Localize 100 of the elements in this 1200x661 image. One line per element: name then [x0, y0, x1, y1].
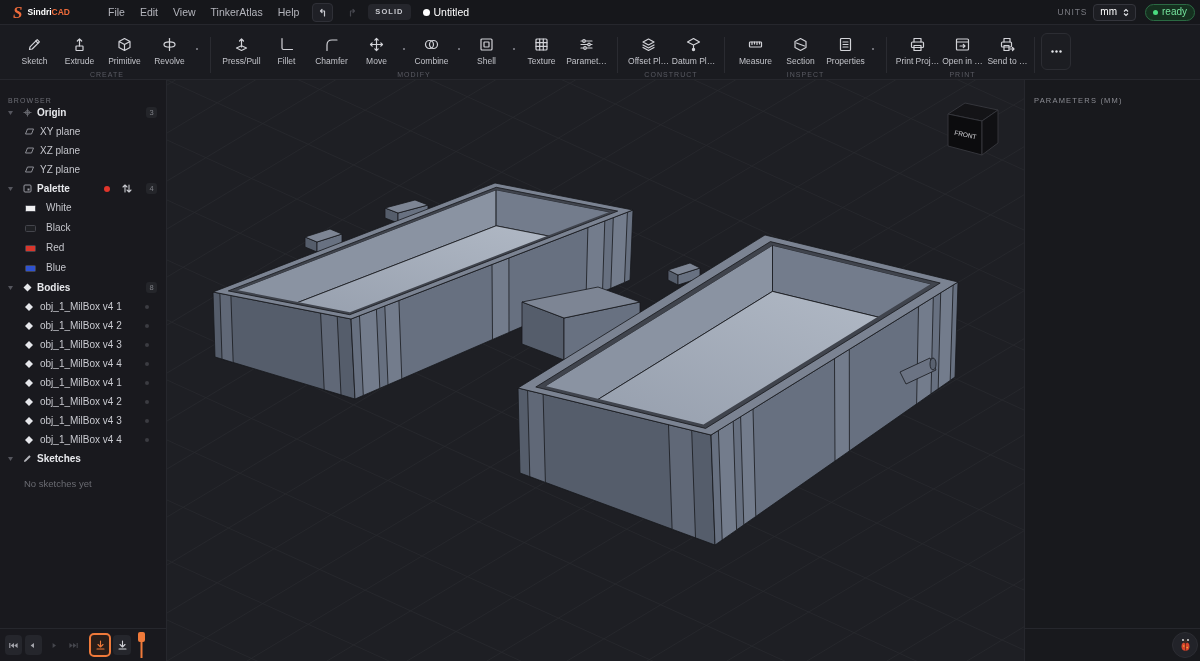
tool-button[interactable]: Press/Pull — [219, 25, 264, 66]
arrow-down-bar-icon — [117, 640, 127, 650]
view-cube[interactable] — [947, 102, 999, 156]
tool-button[interactable]: Offset Pl… — [626, 25, 671, 66]
expand-caret-icon[interactable] — [8, 186, 13, 191]
crosshair-icon — [23, 108, 32, 117]
tool-button[interactable]: Fillet — [264, 25, 309, 66]
tool-button[interactable]: Send to … — [985, 25, 1030, 66]
expand-caret-icon[interactable] — [8, 285, 13, 290]
tree-item[interactable]: obj_1_MilBox v4 1 — [40, 301, 122, 312]
expand-caret-icon[interactable] — [8, 456, 13, 461]
rounded-corner-icon — [279, 37, 294, 52]
diamond-icon — [25, 416, 33, 425]
arrow-down-bar-icon — [95, 640, 105, 650]
sliders-icon — [579, 37, 594, 52]
square-corner-icon — [23, 184, 32, 193]
app-name: SindriCAD — [27, 7, 70, 17]
tree-item[interactable]: obj_1_MilBox v4 2 — [40, 396, 122, 407]
tree-item[interactable]: XZ plane — [40, 145, 81, 156]
redo-icon — [347, 7, 357, 17]
tool-button[interactable]: Paramet… — [564, 25, 609, 66]
parallelogram-icon — [25, 128, 34, 135]
curved-corner-icon — [324, 37, 339, 52]
tool-button[interactable]: Texture — [519, 25, 564, 66]
tree-item[interactable]: Black — [46, 223, 71, 233]
diamond-icon — [25, 321, 33, 330]
menu-item[interactable]: TinkerAtlas — [210, 6, 263, 18]
grid-icon — [534, 37, 549, 52]
tool-button[interactable]: Combine — [409, 25, 454, 66]
expand-caret-icon[interactable] — [8, 110, 13, 115]
parallelogram-icon — [25, 166, 34, 173]
diamond-icon — [25, 397, 33, 406]
tree-item[interactable]: obj_1_MilBox v4 3 — [40, 415, 122, 426]
units-select[interactable]: mm — [1093, 3, 1136, 21]
document-lines-icon — [838, 37, 853, 52]
timeline-handle[interactable] — [138, 632, 145, 658]
diamond-icon — [25, 359, 33, 368]
tree-item[interactable]: obj_1_MilBox v4 4 — [40, 358, 122, 369]
menu-item[interactable]: File — [108, 6, 125, 18]
tree-item[interactable]: obj_1_MilBox v4 1 — [40, 377, 122, 388]
tool-button[interactable]: Open in … — [940, 25, 985, 66]
overlapping-circles-icon — [424, 37, 439, 52]
tool-button[interactable]: Move — [354, 25, 399, 66]
document-title: Untitled — [433, 6, 470, 18]
move-arrows-icon — [369, 37, 384, 52]
ellipse-axis-icon — [162, 37, 177, 52]
tool-button[interactable]: Revolve — [147, 25, 192, 66]
parallelogram-icon — [25, 147, 34, 154]
bug-button[interactable] — [1172, 632, 1198, 658]
hexagon-slash-icon — [793, 37, 808, 52]
cube-icon — [117, 37, 132, 52]
undo-icon — [318, 7, 328, 17]
tool-button[interactable]: Chamfer — [309, 25, 354, 66]
jump-start-button[interactable] — [5, 635, 22, 655]
tree-item[interactable]: White — [46, 203, 72, 213]
tree-item[interactable]: Palette — [37, 183, 70, 194]
plane-pin-icon — [686, 37, 701, 52]
timeline-step[interactable] — [89, 633, 111, 657]
tool-button[interactable]: Shell — [464, 25, 509, 66]
logo-mark: S — [13, 3, 23, 21]
tool-button[interactable]: Measure — [733, 25, 778, 66]
tree-item[interactable]: obj_1_MilBox v4 4 — [40, 434, 122, 445]
tree-item[interactable]: Origin — [37, 107, 67, 118]
tool-button[interactable]: Print Proj… — [895, 25, 940, 66]
tool-button[interactable]: Extrude — [57, 25, 102, 66]
diamond-icon — [23, 283, 32, 292]
tree-item[interactable]: Bodies — [37, 282, 71, 293]
tree-item[interactable]: obj_1_MilBox v4 3 — [40, 339, 122, 350]
dot-icon — [422, 8, 430, 16]
empty-message: No sketches yet — [24, 478, 92, 489]
tree-item[interactable]: Blue — [46, 263, 66, 273]
more-button[interactable] — [1041, 33, 1071, 70]
step-back-button[interactable] — [25, 635, 42, 655]
tree-item[interactable]: obj_1_MilBox v4 2 — [40, 320, 122, 331]
units-label: UNITS — [1057, 7, 1088, 17]
up-down-chevron-icon — [1123, 7, 1129, 17]
tree-item[interactable]: XY plane — [40, 126, 81, 137]
sort-arrows-icon[interactable] — [122, 184, 132, 193]
bug-icon — [1179, 639, 1191, 651]
tool-button[interactable]: Primitive — [102, 25, 147, 66]
pencil-icon — [23, 454, 32, 463]
arrow-disc-icon — [234, 37, 249, 52]
undo-button[interactable] — [312, 2, 334, 22]
tree-item[interactable]: YZ plane — [40, 164, 81, 175]
tool-button[interactable]: Sketch — [12, 25, 57, 66]
tool-button[interactable]: Section — [778, 25, 823, 66]
menu-item[interactable]: Help — [277, 6, 300, 18]
diamond-icon — [25, 302, 33, 311]
tool-button[interactable]: Datum Pl… — [671, 25, 716, 66]
nested-squares-icon — [479, 37, 494, 52]
more-icon — [1050, 50, 1062, 53]
diamond-icon — [25, 378, 33, 387]
tree-item[interactable]: Sketches — [37, 453, 81, 464]
status-label: ready — [1162, 7, 1187, 17]
menu-item[interactable]: Edit — [139, 6, 158, 18]
tree-item[interactable]: Red — [46, 243, 65, 253]
tool-button[interactable]: Properties — [823, 25, 868, 66]
printer-arrow-icon — [1000, 37, 1015, 52]
timeline-step[interactable] — [113, 635, 131, 655]
menu-item[interactable]: View — [173, 6, 196, 18]
